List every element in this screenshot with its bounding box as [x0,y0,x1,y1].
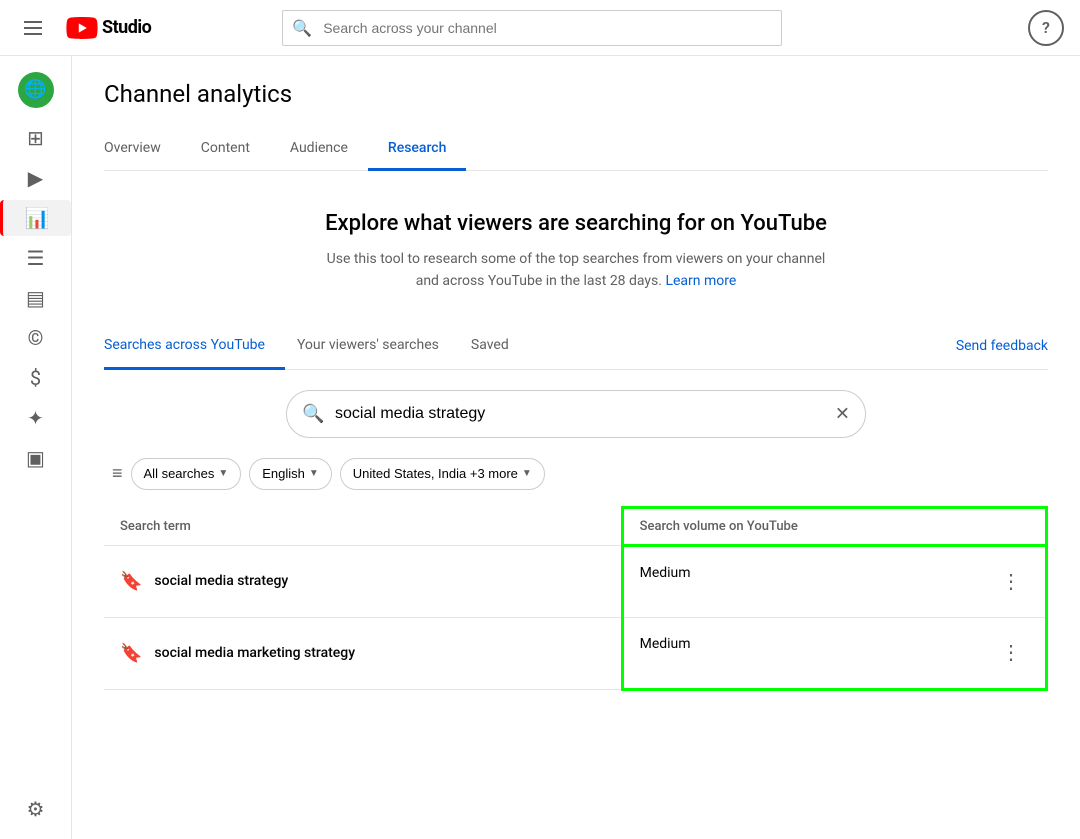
top-bar: Studio 🔍 ? [0,0,1080,56]
sidebar-item-copyright[interactable]: © [0,320,71,356]
library-icon: ▣ [26,448,45,468]
term-label-1: social media strategy [154,573,288,589]
content-area: Channel analytics Overview Content Audie… [72,56,1080,839]
analytics-tabs: Overview Content Audience Research [104,128,1048,171]
main-area: 🌐 ⊞ ▶ 📊 ☰ ▤ © $ ✦ [0,56,1080,839]
youtube-logo-icon [66,17,98,39]
volume-value-1: Medium [640,565,691,581]
td-term-1: 🔖 social media strategy [104,545,622,617]
clear-search-button[interactable]: ✕ [835,403,850,424]
language-filter[interactable]: English ▼ [249,458,332,490]
tab-overview[interactable]: Overview [104,128,181,171]
language-arrow: ▼ [309,468,319,479]
term-cell-2: 🔖 social media marketing strategy [120,643,605,664]
send-feedback-link[interactable]: Send feedback [956,324,1048,368]
tab-content[interactable]: Content [181,128,270,171]
th-search-volume: Search volume on YouTube [622,507,1046,545]
bookmark-icon-1[interactable]: 🔖 [120,571,142,592]
td-term-2: 🔖 social media marketing strategy [104,617,622,689]
monetize-icon: $ [30,368,41,388]
volume-value-2: Medium [640,636,691,652]
sub-tab-searches-across[interactable]: Searches across YouTube [104,323,285,370]
sidebar-item-settings[interactable]: ⚙ [0,791,71,827]
search-icon: 🔍 [292,18,312,37]
page-title: Channel analytics [104,80,1048,108]
sidebar-item-video[interactable]: ▶ [0,160,71,196]
term-label-2: social media marketing strategy [154,645,355,661]
hero-heading: Explore what viewers are searching for o… [124,211,1028,236]
tab-audience[interactable]: Audience [270,128,368,171]
search-bar-wrapper: 🔍 [282,10,782,46]
sidebar-item-analytics[interactable]: 📊 [0,200,71,236]
sidebar-item-dashboard[interactable]: ⊞ [0,120,71,156]
bookmark-icon-2[interactable]: 🔖 [120,643,142,664]
sidebar-item-subtitles[interactable]: ▤ [0,280,71,316]
more-button-2[interactable]: ⋮ [993,636,1029,669]
all-searches-arrow: ▼ [218,468,228,479]
dashboard-icon: ⊞ [27,128,44,148]
search-bar-container: 🔍 [282,10,782,46]
research-search-icon: 🔍 [302,403,324,424]
results-table: Search term Search volume on YouTube 🔖 s… [104,506,1048,691]
filters-bar: ≡ All searches ▼ English ▼ United States… [104,458,1048,490]
hero-section: Explore what viewers are searching for o… [104,171,1048,323]
settings-icon: ⚙ [27,799,45,819]
sub-tab-viewers-searches[interactable]: Your viewers' searches [297,323,459,370]
filter-icon: ≡ [112,463,123,484]
comments-icon: ☰ [27,248,45,268]
sidebar-item-comments[interactable]: ☰ [0,240,71,276]
copyright-icon: © [28,328,44,348]
td-volume-1: Medium ⋮ [622,545,1046,617]
all-searches-filter[interactable]: All searches ▼ [131,458,242,490]
logo-text: Studio [102,17,151,38]
region-arrow: ▼ [522,468,532,479]
subtitles-icon: ▤ [26,288,45,308]
sidebar-item-globe[interactable]: 🌐 [0,64,71,116]
sidebar-item-customise[interactable]: ✦ [0,400,71,436]
search-input[interactable] [282,10,782,46]
th-search-term: Search term [104,507,622,545]
table-header-row: Search term Search volume on YouTube [104,507,1047,545]
customise-icon: ✦ [27,408,44,428]
hamburger-button[interactable] [16,13,50,43]
hero-description: Use this tool to research some of the to… [316,248,836,293]
sidebar: 🌐 ⊞ ▶ 📊 ☰ ▤ © $ ✦ [0,56,72,839]
table-row: 🔖 social media marketing strategy Medium… [104,617,1047,689]
analytics-icon: 📊 [25,208,50,228]
learn-more-link[interactable]: Learn more [665,273,736,289]
globe-icon: 🌐 [18,72,54,108]
sidebar-item-library[interactable]: ▣ [0,440,71,476]
region-filter[interactable]: United States, India +3 more ▼ [340,458,545,490]
tab-research[interactable]: Research [368,128,466,171]
sub-tabs: Searches across YouTube Your viewers' se… [104,323,1048,370]
term-cell-1: 🔖 social media strategy [120,571,605,592]
td-volume-2: Medium ⋮ [622,617,1046,689]
table-row: 🔖 social media strategy Medium ⋮ [104,545,1047,617]
app-container: Studio 🔍 ? 🌐 ⊞ ▶ 📊 [0,0,1080,839]
more-button-1[interactable]: ⋮ [993,565,1029,598]
research-search-wrapper: 🔍 ✕ [286,390,866,438]
research-search-input[interactable] [286,390,866,438]
help-icon: ? [1042,18,1050,37]
video-icon: ▶ [28,168,43,188]
sub-tab-saved[interactable]: Saved [471,323,529,370]
logo[interactable]: Studio [66,17,151,39]
sidebar-item-monetize[interactable]: $ [0,360,71,396]
help-button[interactable]: ? [1028,10,1064,46]
